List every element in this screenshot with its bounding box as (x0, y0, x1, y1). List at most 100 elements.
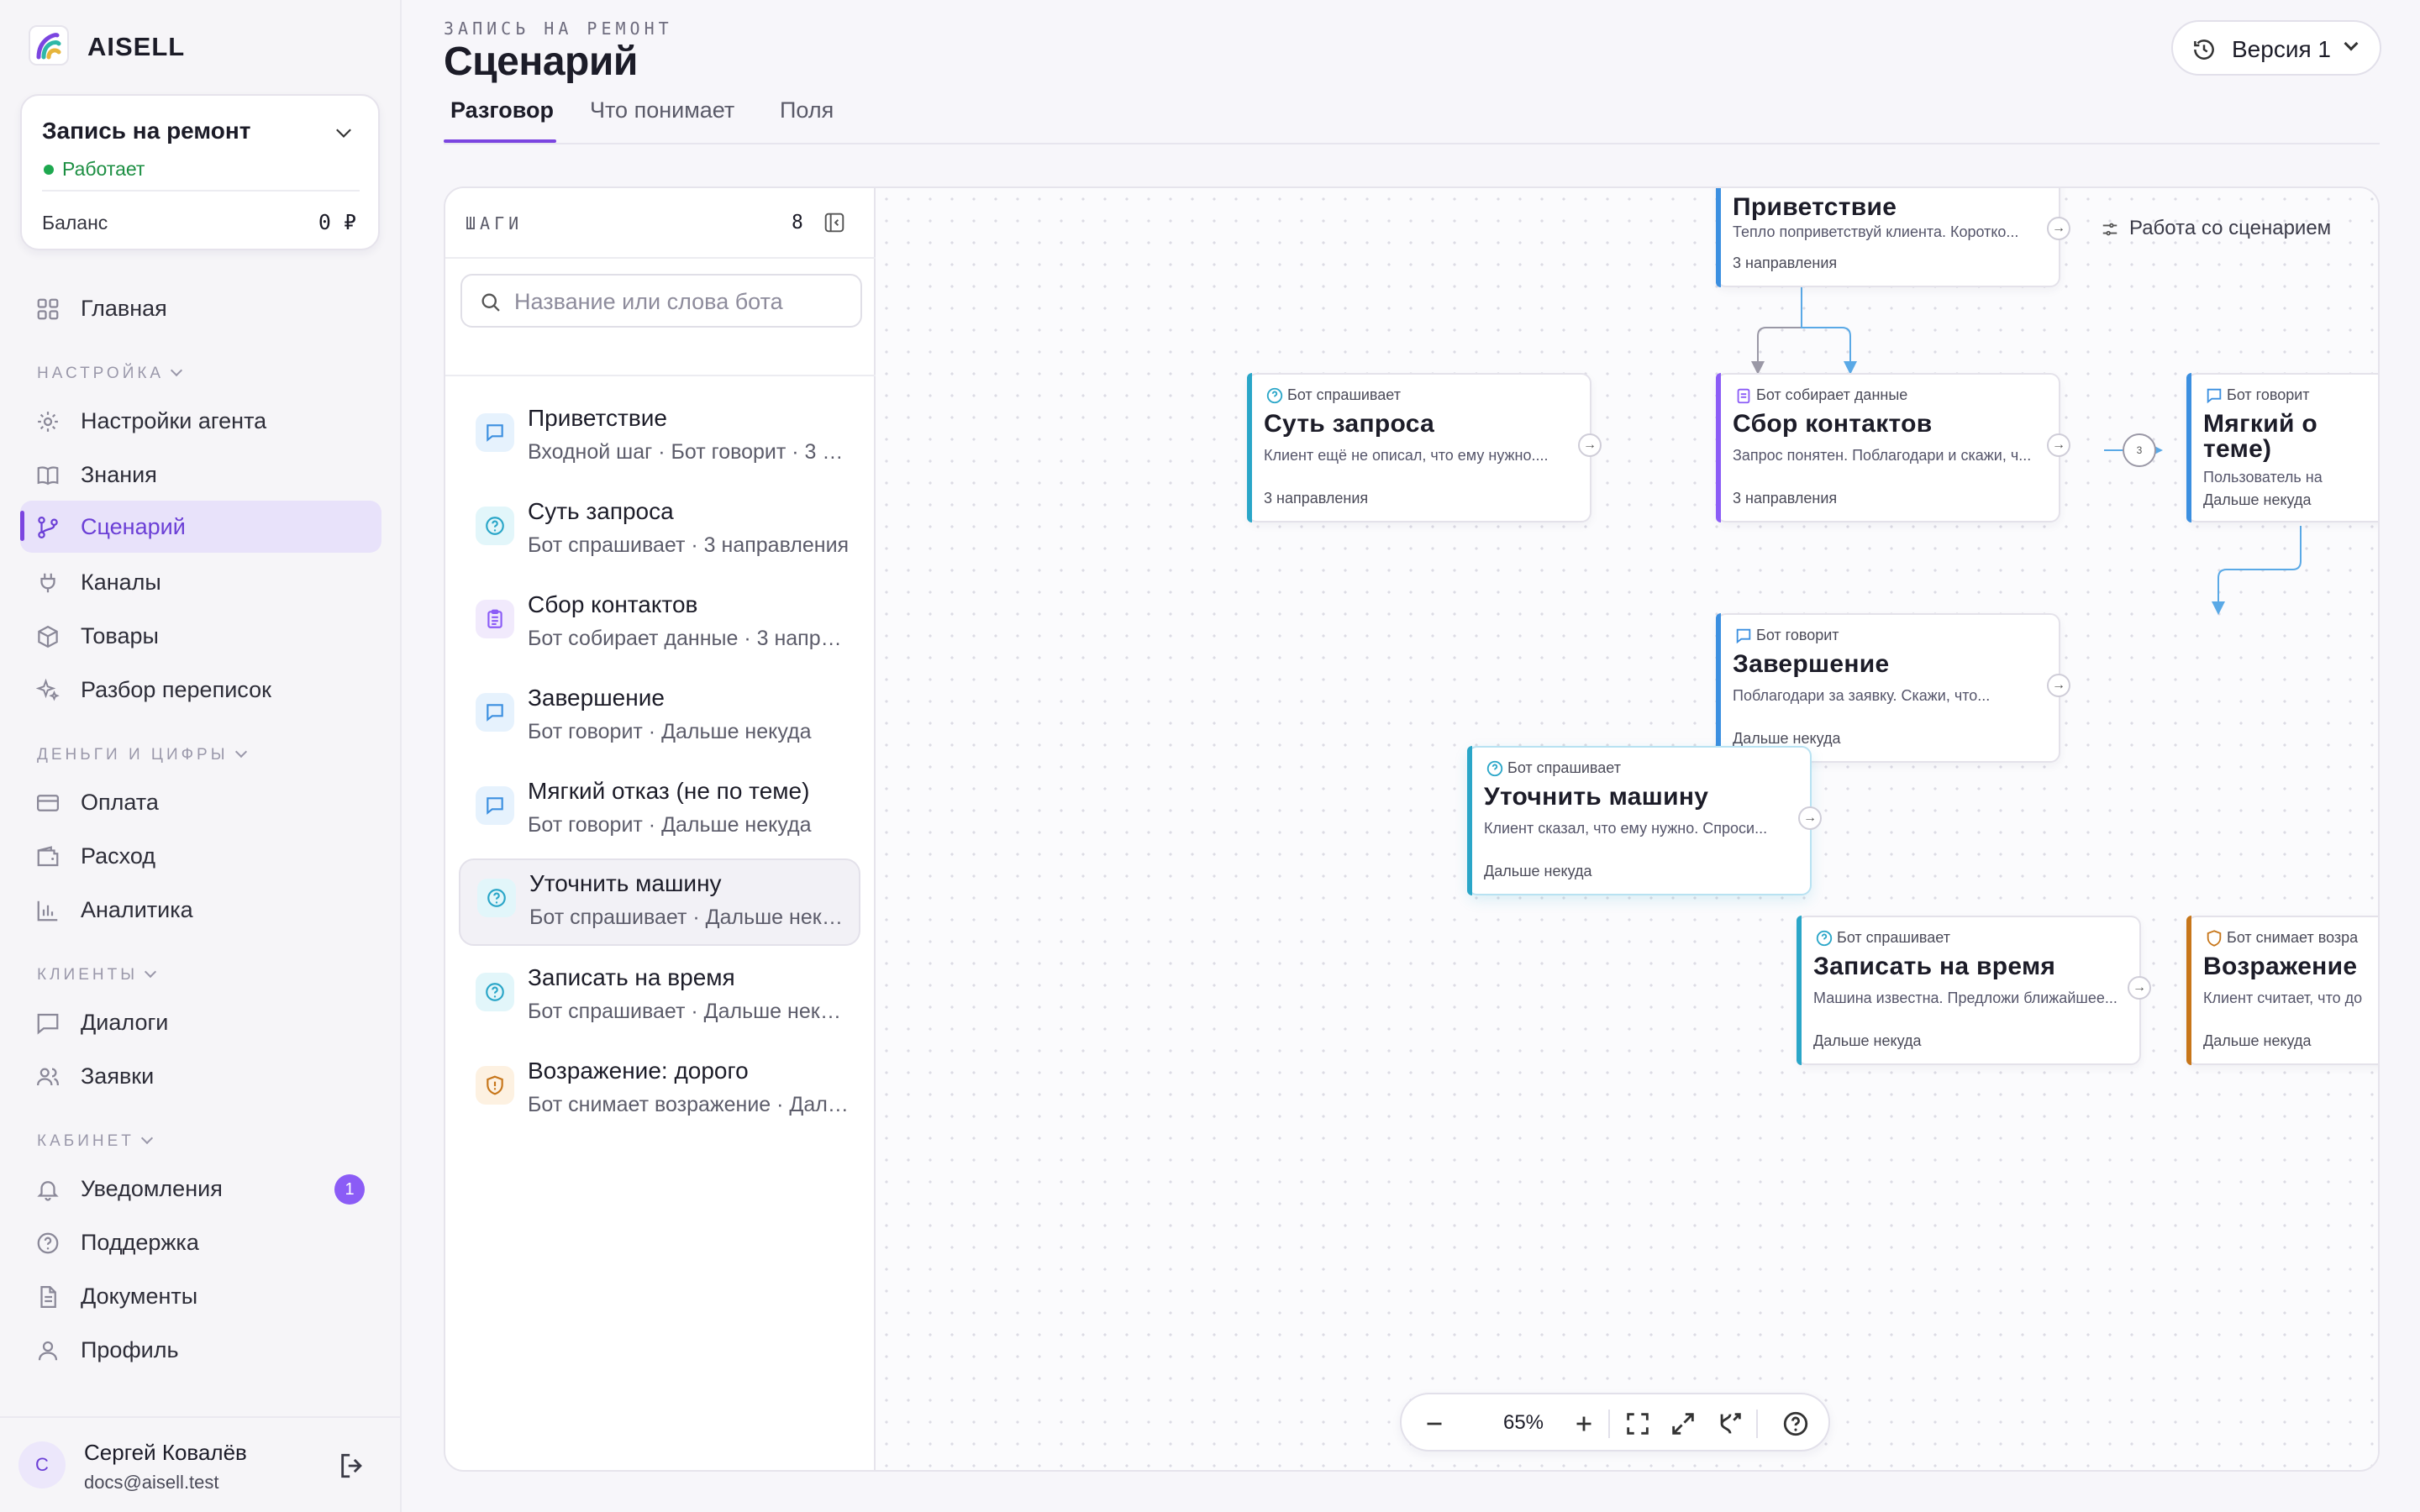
section-clients[interactable]: КЛИЕНТЫ (37, 965, 157, 984)
step-subtitle: Входной шаг · Бот говорит · 3 направлени… (528, 440, 850, 464)
nav-item-requests[interactable]: Заявки (20, 1050, 381, 1102)
collapse-panel-icon[interactable] (823, 212, 845, 234)
user-email: docs@aisell.test (84, 1472, 219, 1493)
nav-item-scenario[interactable]: Сценарий (20, 501, 381, 553)
flow-node-objection[interactable]: Бот снимает возра Возражение Клиент счит… (2186, 916, 2378, 1065)
arrow-right-icon[interactable]: → (2128, 976, 2151, 1000)
app-logo[interactable] (29, 25, 69, 66)
nav-item-main[interactable]: Главная (20, 282, 381, 334)
step-item[interactable]: Приветствие Входной шаг · Бот говорит · … (459, 395, 860, 482)
scenario-workspace: ШАГИ 8 Приветствие Входной шаг · Бот гов… (444, 186, 2380, 1472)
chevron-down-icon[interactable] (336, 123, 351, 138)
nav-item-chat-review[interactable]: Разбор переписок (20, 664, 381, 716)
wallet-icon (37, 846, 59, 867)
step-title: Сбор контактов (528, 591, 698, 617)
chevron-down-icon (140, 1131, 153, 1145)
tab-understands[interactable]: Что понимает (590, 97, 734, 123)
divider (0, 1416, 400, 1418)
step-item[interactable]: Завершение Бот говорит · Дальше некуда (459, 675, 860, 762)
nav-item-dialogs[interactable]: Диалоги (20, 996, 381, 1048)
nav-label: Разбор переписок (81, 677, 271, 702)
bell-icon (37, 1181, 59, 1201)
step-item[interactable]: Суть запроса Бот спрашивает · 3 направле… (459, 488, 860, 575)
nav-item-analytics[interactable]: Аналитика (20, 884, 381, 936)
chat-bubble-icon (476, 413, 514, 452)
steps-search[interactable] (460, 274, 862, 328)
section-cabinet[interactable]: КАБИНЕТ (37, 1131, 153, 1151)
zoom-out-icon[interactable] (1420, 1410, 1449, 1438)
divider (42, 190, 360, 192)
section-title: НАСТРОЙКА (37, 365, 165, 382)
avatar[interactable]: С (18, 1441, 66, 1488)
step-title: Возражение: дорого (528, 1058, 749, 1084)
nav-item-support[interactable]: Поддержка (20, 1216, 381, 1268)
section-settings[interactable]: НАСТРОЙКА (37, 364, 183, 383)
nav-item-knowledge[interactable]: Знания (20, 449, 381, 501)
nav-label: Главная (81, 296, 167, 321)
merge-node[interactable]: 3 (2123, 433, 2156, 467)
flow-node-book-time[interactable]: Бот спрашивает Записать на время Машина … (1797, 916, 2151, 1065)
project-card[interactable]: Запись на ремонт Работает Баланс 0 ₽ (20, 94, 380, 250)
section-money[interactable]: ДЕНЬГИ И ЦИФРЫ (37, 745, 247, 764)
arrow-right-icon[interactable]: → (1798, 806, 1822, 830)
flow-node-contacts[interactable]: Бот собирает данные Сбор контактов Запро… (1716, 373, 2070, 522)
nav-item-products[interactable]: Товары (20, 610, 381, 662)
nav-item-expense[interactable]: Расход (20, 830, 381, 882)
flow-node-soft-refusal[interactable]: Бот говорит Мягкий о теме) Пользователь … (2186, 373, 2378, 522)
zoom-in-icon[interactable] (1570, 1410, 1598, 1438)
nav-label: Документы (81, 1284, 198, 1309)
node-type: Бот спрашивает (1507, 759, 1621, 776)
arrow-right-icon[interactable]: → (2047, 674, 2070, 697)
search-input[interactable] (514, 286, 850, 318)
nav-label: Расход (81, 843, 156, 869)
flow-node-essence[interactable]: Бот спрашивает Суть запроса Клиент ещё н… (1247, 373, 1602, 522)
nav-label: Сценарий (81, 514, 186, 539)
flow-node-finish[interactable]: Бот говорит Завершение Поблагодари за за… (1716, 613, 2070, 763)
step-item[interactable]: Сбор контактов Бот собирает данные · 3 н… (459, 581, 860, 669)
step-title: Мягкий отказ (не по теме) (528, 778, 810, 804)
steps-title: ШАГИ (466, 213, 523, 234)
node-title: Мягкий о (2203, 410, 2317, 438)
step-item[interactable]: Мягкий отказ (не по теме) Бот говорит · … (459, 768, 860, 855)
node-accent (1247, 373, 1252, 522)
tab-conversation[interactable]: Разговор (450, 97, 554, 123)
step-item[interactable]: Записать на время Бот спрашивает · Дальш… (459, 954, 860, 1042)
logout-icon[interactable] (338, 1452, 366, 1480)
tab-fields[interactable]: Поля (780, 97, 834, 123)
connector-contacts-finish (2212, 526, 2302, 615)
auto-layout-icon[interactable] (1716, 1410, 1744, 1438)
node-type: Бот снимает возра (2227, 929, 2359, 946)
help-icon[interactable] (1781, 1410, 1810, 1438)
arrow-right-icon[interactable]: → (2047, 433, 2070, 457)
chat-bubble-icon (1736, 628, 1751, 644)
nav-label: Диалоги (81, 1010, 169, 1035)
expand-icon[interactable] (1669, 1410, 1697, 1438)
nav-item-documents[interactable]: Документы (20, 1270, 381, 1322)
flow-canvas[interactable]: Работа со сценарием 65% 3 Приветствие Те… (876, 188, 2378, 1470)
arrow-right-icon[interactable]: → (2047, 217, 2070, 240)
arrow-right-icon[interactable]: → (1578, 433, 1602, 457)
branch-icon (38, 517, 58, 538)
step-item[interactable]: Возражение: дорого Бот снимает возражени… (459, 1047, 860, 1135)
fit-view-icon[interactable] (1623, 1410, 1652, 1438)
node-footer: Дальше некуда (1733, 730, 1841, 747)
scenario-tools-button[interactable]: Работа со сценарием (2101, 217, 2331, 240)
flow-node-clarify-car[interactable]: Бот спрашивает Уточнить машину Клиент ск… (1467, 746, 1822, 895)
balance-value: 0 ₽ (318, 210, 356, 234)
flow-node-greeting[interactable]: Приветствие Тепло поприветствуй клиента.… (1716, 188, 2070, 287)
nav-item-agent-settings[interactable]: Настройки агента (20, 395, 381, 447)
node-title: Приветствие (1733, 193, 1897, 221)
steps-panel: ШАГИ 8 Приветствие Входной шаг · Бот гов… (445, 188, 876, 1470)
step-title: Уточнить машину (529, 870, 722, 896)
dashboard-icon (37, 298, 59, 320)
node-description: Запрос понятен. Поблагодари и скажи, ч..… (1733, 447, 2032, 464)
chat-icon (37, 1013, 59, 1035)
step-item-selected[interactable]: Уточнить машину Бот спрашивает · Дальше … (459, 858, 860, 946)
book-icon (37, 466, 59, 486)
nav-item-channels[interactable]: Каналы (20, 556, 381, 608)
version-selector[interactable]: Версия 1 (2171, 20, 2381, 76)
step-title: Записать на время (528, 964, 735, 990)
nav-item-payment[interactable]: Оплата (20, 776, 381, 828)
nav-item-notifications[interactable]: Уведомления (20, 1163, 381, 1215)
nav-item-profile[interactable]: Профиль (20, 1324, 381, 1376)
